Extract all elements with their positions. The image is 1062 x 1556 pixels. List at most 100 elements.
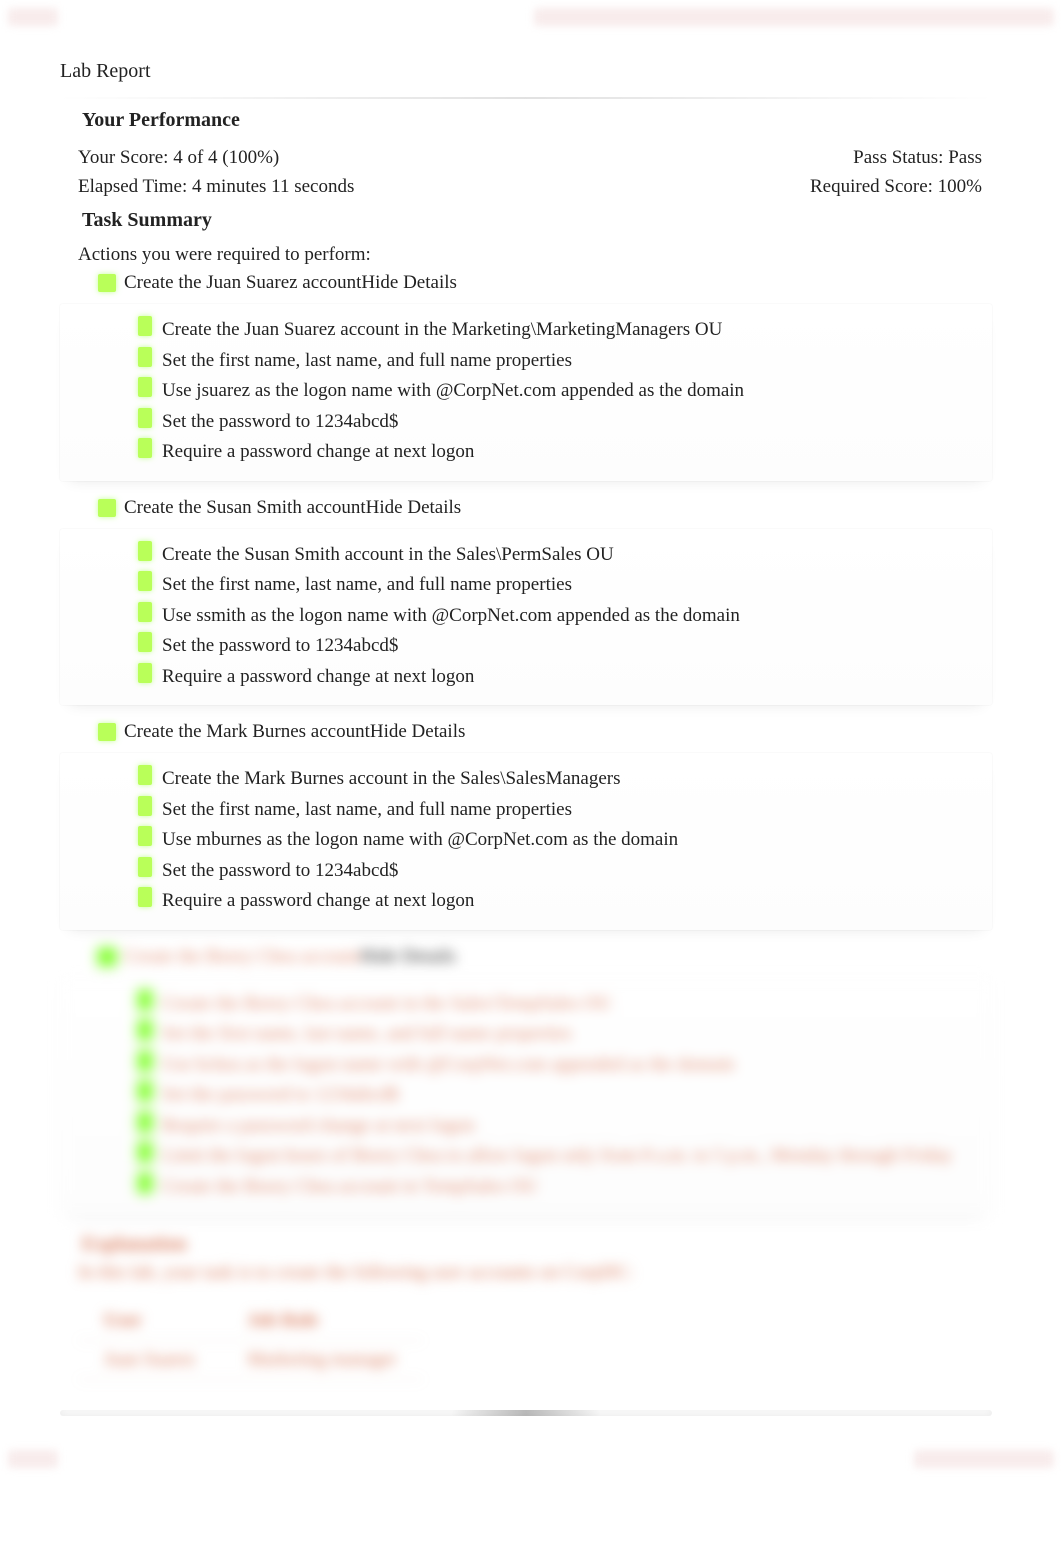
hide-details-link[interactable]: Hide Details xyxy=(366,497,462,519)
footer-blur-left xyxy=(8,1450,58,1468)
check-icon xyxy=(138,571,152,591)
task-item: Create the Juan Suarez accountHide Detai… xyxy=(98,272,992,294)
check-icon xyxy=(138,1020,152,1040)
task-detail-text: Create the Borey Chea account in TempSal… xyxy=(162,1173,538,1202)
task-detail-item: Use jsuarez as the logon name with @Corp… xyxy=(138,377,974,406)
task-details-block: Create the Mark Burnes account in the Sa… xyxy=(60,753,992,930)
footer-divider xyxy=(60,1410,992,1416)
check-icon xyxy=(138,990,152,1010)
task-detail-text: Set the first name, last name, and full … xyxy=(162,347,572,376)
check-icon xyxy=(138,796,152,816)
task-detail-text: Set the password to 1234abcd$ xyxy=(162,408,398,437)
required-label: Required Score: xyxy=(810,176,938,197)
task-detail-item: Create the Susan Smith account in the Sa… xyxy=(138,541,974,570)
task-detail-item: Set the password to 1234abcd$ xyxy=(138,632,974,661)
task-detail-text: Set the password to 1234abcd$ xyxy=(162,1081,398,1110)
task-detail-item: Require a password change at next logon xyxy=(138,887,974,916)
check-icon xyxy=(98,274,116,292)
elapsed-label: Elapsed Time: xyxy=(78,176,192,197)
task-title: Create the Susan Smith account xyxy=(124,497,366,519)
check-icon xyxy=(138,1112,152,1132)
check-icon xyxy=(138,408,152,428)
explanation-intro: In this lab, your task is to create the … xyxy=(78,1262,992,1284)
check-icon xyxy=(138,826,152,846)
elapsed-value: 4 minutes 11 seconds xyxy=(192,176,354,197)
task-detail-text: Set the password to 1234abcd$ xyxy=(162,632,398,661)
table-cell: Marketing manager xyxy=(221,1341,422,1380)
task-detail-item: Create the Borey Chea account in the Sal… xyxy=(138,990,974,1019)
task-detail-text: Set the first name, last name, and full … xyxy=(162,1020,572,1049)
check-icon xyxy=(138,438,152,458)
table-header: Job Role xyxy=(221,1302,422,1341)
check-icon xyxy=(98,723,116,741)
hide-details-link[interactable]: Hide Details xyxy=(361,272,457,294)
hide-details-link[interactable]: Hide Details xyxy=(360,946,456,968)
score-label: Your Score: xyxy=(78,147,173,168)
task-summary-intro: Actions you were required to perform: xyxy=(78,244,992,266)
check-icon xyxy=(138,765,152,785)
task-details-block: Create the Juan Suarez account in the Ma… xyxy=(60,304,992,481)
task-detail-item: Create the Borey Chea account in TempSal… xyxy=(138,1173,974,1202)
table-row: Juan SuarezMarketing manager xyxy=(78,1341,423,1380)
check-icon xyxy=(138,663,152,683)
task-detail-item: Require a password change at next logon xyxy=(138,1112,974,1141)
hide-details-link[interactable]: Hide Details xyxy=(370,721,466,743)
task-detail-item: Set the password to 1234abcd$ xyxy=(138,408,974,437)
page-body: Lab Report Your Performance Your Score: … xyxy=(0,0,1062,1476)
check-icon xyxy=(98,948,116,966)
task-detail-item: Set the password to 1234abcd$ xyxy=(138,857,974,886)
task-details-block: Create the Borey Chea account in the Sal… xyxy=(60,978,992,1216)
check-icon xyxy=(138,857,152,877)
task-detail-text: Require a password change at next logon xyxy=(162,1112,474,1141)
task-detail-item: Use ssmith as the logon name with @CorpN… xyxy=(138,602,974,631)
task-detail-item: Set the password to 1234abcd$ xyxy=(138,1081,974,1110)
check-icon xyxy=(138,377,152,397)
explanation-table: UserJob Role Juan SuarezMarketing manage… xyxy=(78,1302,423,1380)
check-icon xyxy=(138,541,152,561)
check-icon xyxy=(138,347,152,367)
task-detail-text: Create the Borey Chea account in the Sal… xyxy=(162,990,611,1019)
task-detail-text: Use jsuarez as the logon name with @Corp… xyxy=(162,377,744,406)
divider xyxy=(60,97,992,99)
task-detail-text: Use mburnes as the logon name with @Corp… xyxy=(162,826,678,855)
task-title: Create the Borey Chea account xyxy=(124,946,360,968)
check-icon xyxy=(138,1173,152,1193)
task-detail-item: Create the Juan Suarez account in the Ma… xyxy=(138,316,974,345)
check-icon xyxy=(138,1051,152,1071)
performance-panel: Your Performance Your Score: 4 of 4 (100… xyxy=(60,97,992,1380)
check-icon xyxy=(138,632,152,652)
page-title: Lab Report xyxy=(60,60,992,83)
task-title: Create the Mark Burnes account xyxy=(124,721,370,743)
task-detail-item: Require a password change at next logon xyxy=(138,663,974,692)
pass-value: Pass xyxy=(948,147,982,168)
required-value: 100% xyxy=(938,176,982,197)
time-row: Elapsed Time: 4 minutes 11 seconds Requi… xyxy=(60,173,992,202)
check-icon xyxy=(138,602,152,622)
pass-label: Pass Status: xyxy=(853,147,948,168)
task-detail-text: Use ssmith as the logon name with @CorpN… xyxy=(162,602,740,631)
check-icon xyxy=(138,1142,152,1162)
task-detail-item: Set the first name, last name, and full … xyxy=(138,796,974,825)
table-header: User xyxy=(78,1302,221,1341)
explanation-heading: Explanation xyxy=(82,1233,992,1256)
check-icon xyxy=(98,499,116,517)
check-icon xyxy=(138,887,152,907)
task-details-block: Create the Susan Smith account in the Sa… xyxy=(60,529,992,706)
task-detail-item: Require a password change at next logon xyxy=(138,438,974,467)
task-item: Create the Borey Chea accountHide Detail… xyxy=(98,946,992,968)
task-detail-item: Set the first name, last name, and full … xyxy=(138,347,974,376)
task-detail-item: Create the Mark Burnes account in the Sa… xyxy=(138,765,974,794)
task-detail-item: Use bchea as the logon name with @CorpNe… xyxy=(138,1051,974,1080)
task-detail-text: Create the Susan Smith account in the Sa… xyxy=(162,541,614,570)
task-summary-heading: Task Summary xyxy=(82,209,992,232)
check-icon xyxy=(138,1081,152,1101)
task-detail-text: Set the password to 1234abcd$ xyxy=(162,857,398,886)
score-row: Your Score: 4 of 4 (100%) Pass Status: P… xyxy=(60,144,992,173)
task-detail-item: Set the first name, last name, and full … xyxy=(138,571,974,600)
score-value: 4 of 4 (100%) xyxy=(173,147,279,168)
task-title: Create the Juan Suarez account xyxy=(124,272,361,294)
performance-heading: Your Performance xyxy=(82,109,992,132)
task-detail-item: Set the first name, last name, and full … xyxy=(138,1020,974,1049)
task-detail-text: Create the Mark Burnes account in the Sa… xyxy=(162,765,621,794)
task-detail-text: Limit the logon hours of Borey Chea to a… xyxy=(162,1142,953,1171)
